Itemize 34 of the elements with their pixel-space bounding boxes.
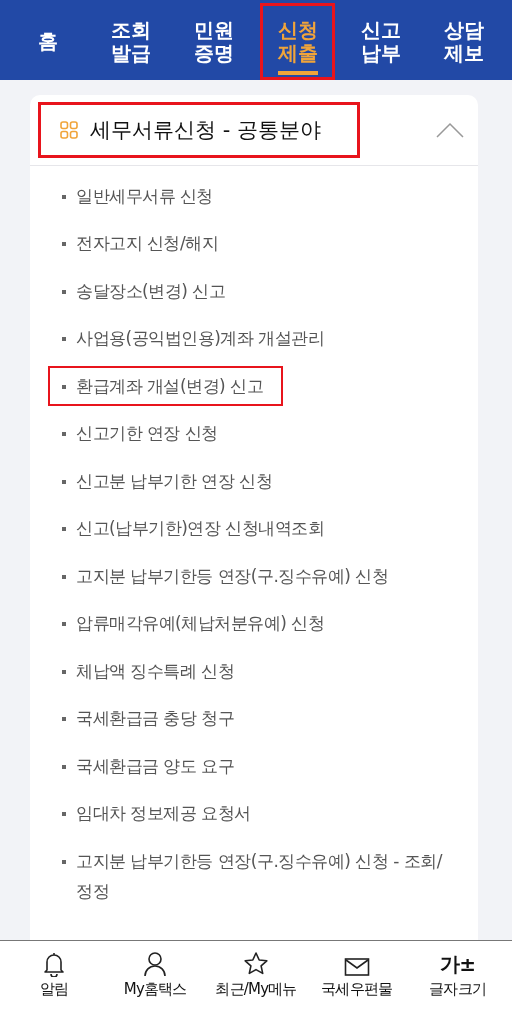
- menu-link[interactable]: 사업용(공익법인용)계좌 개설관리: [48, 314, 333, 362]
- bottom-nav-button[interactable]: 알림: [4, 941, 105, 1024]
- bottom-nav-button[interactable]: My홈택스: [104, 941, 206, 1024]
- menu-link[interactable]: 국세환급금 양도 요구: [48, 742, 243, 790]
- grid-icon: [60, 121, 78, 139]
- chevron-up-icon[interactable]: [436, 122, 464, 138]
- menu-link[interactable]: 신고분 납부기한 연장 신청: [48, 457, 281, 505]
- bottom-nav-button[interactable]: 국세우편물: [306, 941, 408, 1024]
- menu-link[interactable]: 전자고지 신청/해지: [48, 219, 227, 267]
- menu-link[interactable]: 신고기한 연장 신청: [48, 409, 226, 457]
- nav-tab[interactable]: 민원 증명: [176, 3, 252, 80]
- menu-link[interactable]: 환급계좌 개설(변경) 신고: [48, 365, 284, 406]
- nav-tab[interactable]: 신고 납부: [343, 3, 419, 80]
- nav-tab[interactable]: 조회 발급: [93, 3, 169, 80]
- menu-link[interactable]: 체납액 징수특례 신청: [48, 647, 243, 695]
- nav-tab[interactable]: 상담 제보: [426, 3, 502, 80]
- menu-link[interactable]: 신고(납부기한)연장 신청내역조회: [48, 504, 333, 552]
- nav-tab[interactable]: 홈: [10, 3, 86, 80]
- bottom-nav-button[interactable]: 최근/My메뉴: [205, 941, 307, 1024]
- bell-icon: [42, 951, 67, 977]
- menu-link[interactable]: 일반세무서류 신청: [48, 172, 221, 220]
- menu-link[interactable]: 압류매각유예(체납처분유예) 신청: [48, 599, 333, 647]
- menu-link[interactable]: 국세환급금 충당 청구: [48, 694, 243, 742]
- menu-link[interactable]: 임대차 정보제공 요청서: [48, 789, 259, 837]
- section-header[interactable]: 세무서류신청 - 공통분야: [38, 102, 360, 158]
- nav-tab[interactable]: 신청 제출: [260, 3, 336, 80]
- star-icon: [243, 951, 269, 977]
- person-icon: [143, 951, 168, 977]
- bottom-nav-button[interactable]: 가± 글자크기: [407, 941, 508, 1024]
- menu-link[interactable]: 고지분 납부기한등 연장(구.징수유예) 신청 - 조회/정정: [48, 837, 462, 915]
- font-size-glyph: 가±: [440, 951, 476, 977]
- menu-link[interactable]: 송달장소(변경) 신고: [48, 267, 234, 315]
- mail-icon: [343, 957, 370, 977]
- menu-link[interactable]: 고지분 납부기한등 연장(구.징수유예) 신청: [48, 552, 397, 600]
